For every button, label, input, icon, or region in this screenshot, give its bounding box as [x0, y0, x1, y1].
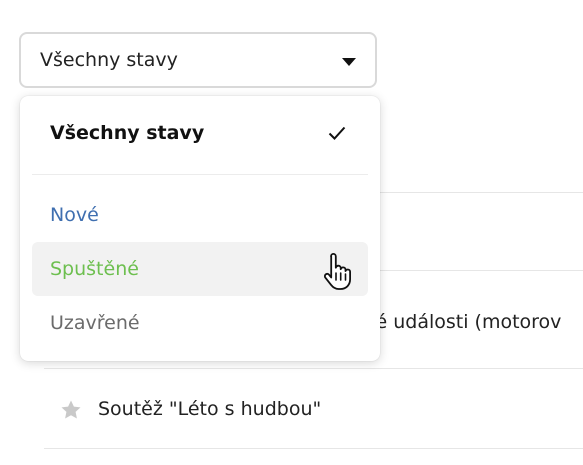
star-icon[interactable] — [59, 398, 83, 422]
list-item-title[interactable]: Soutěž "Léto s hudbou" — [98, 398, 321, 420]
option-label: Uzavřené — [50, 312, 140, 334]
status-select[interactable]: Všechny stavy — [19, 32, 377, 88]
dropdown-separator — [32, 174, 368, 175]
dropdown-option-closed[interactable]: Uzavřené — [32, 296, 368, 350]
hand-cursor-icon — [323, 253, 351, 290]
list-divider — [44, 448, 583, 449]
page: tné události (motorov Soutěž "Léto s hud… — [0, 0, 583, 465]
status-select-value: Všechny stavy — [40, 49, 178, 71]
list-item-title[interactable]: tné události (motorov — [356, 311, 561, 333]
dropdown-option-all[interactable]: Všechny stavy — [50, 122, 204, 144]
status-dropdown: Všechny stavy Nové Spuštěné Uzavřené — [20, 96, 380, 361]
option-label: Nové — [50, 204, 99, 226]
option-label: Spuštěné — [50, 258, 139, 280]
caret-down-icon — [342, 58, 356, 66]
dropdown-option-running[interactable]: Spuštěné — [32, 242, 368, 296]
list-divider — [44, 368, 583, 369]
dropdown-option-new[interactable]: Nové — [32, 188, 368, 242]
checkmark-icon — [328, 126, 346, 140]
